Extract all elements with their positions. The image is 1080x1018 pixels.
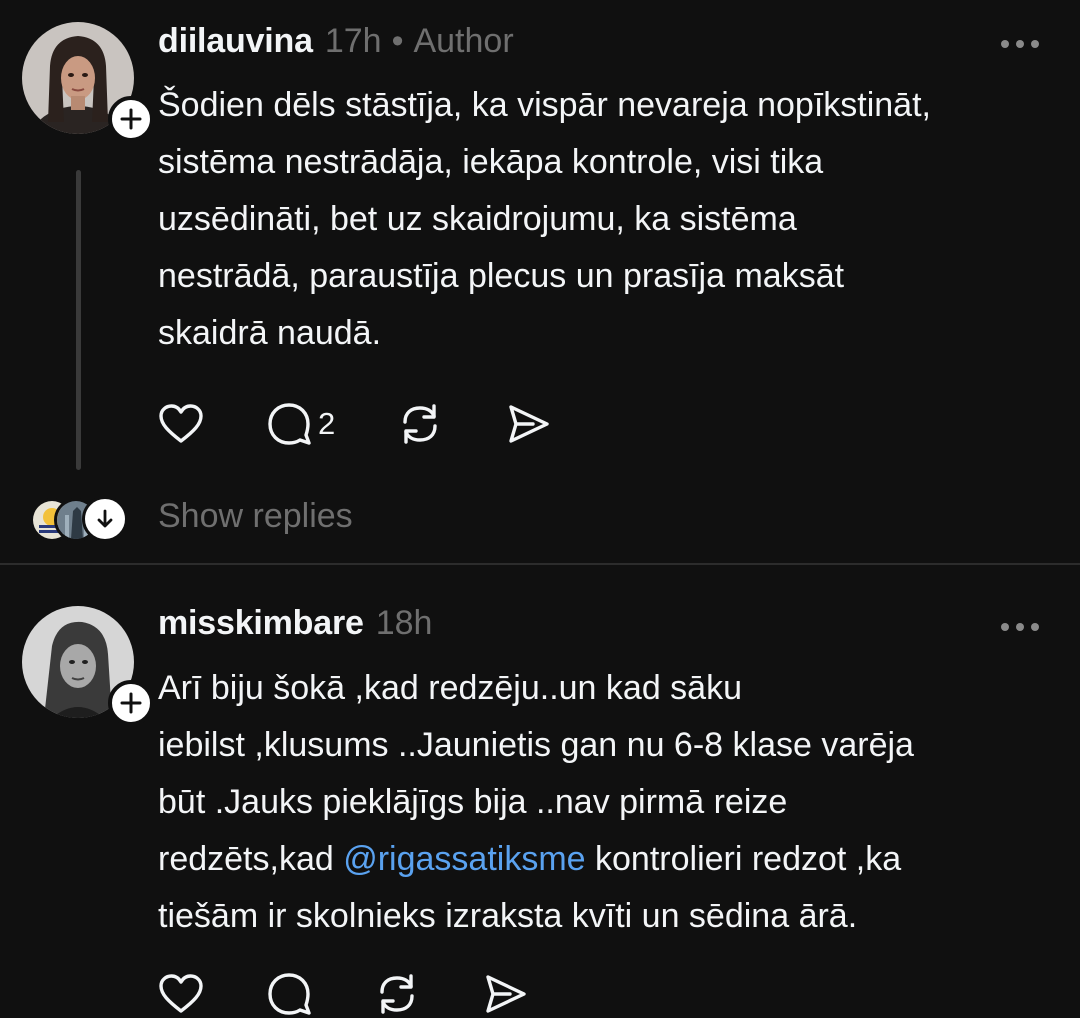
arrow-down-icon	[97, 509, 113, 528]
post-actions	[158, 970, 590, 1018]
share-button[interactable]	[482, 972, 528, 1016]
show-replies-link[interactable]: Show replies	[158, 497, 353, 536]
repost-icon	[380, 974, 414, 1014]
timestamp: 18h	[375, 604, 433, 642]
repost-icon	[403, 404, 437, 444]
avatar-diilauvina-wrap	[22, 22, 154, 142]
comment-button[interactable]: 2	[266, 402, 335, 446]
more-options-button[interactable]	[1000, 37, 1040, 51]
share-button[interactable]	[505, 402, 551, 446]
post-divider	[0, 563, 1080, 565]
comment-icon	[268, 403, 311, 445]
comment-button[interactable]	[266, 972, 312, 1016]
text-line: būt .Jauks pieklājīgs bija ..nav pirmā r…	[158, 783, 788, 821]
more-options-button[interactable]	[1000, 620, 1040, 634]
text-segment: kontrolieri redzot ,ka	[585, 840, 902, 878]
more-icon	[1001, 40, 1039, 48]
post-text: Šodien dēls stāstīja, ka vispār nevareja…	[158, 86, 931, 352]
text-line: redzēts,kad @rigassatiksme kontrolieri r…	[158, 831, 1048, 888]
plus-icon	[120, 108, 142, 130]
post-misskimbare: misskimbare 18h Arī biju šokā ,kad redzē…	[0, 566, 1080, 1015]
username[interactable]: misskimbare	[158, 604, 364, 643]
comment-icon	[268, 973, 311, 1015]
timestamp: 17h	[324, 22, 382, 60]
like-button[interactable]	[158, 973, 204, 1015]
mention-link[interactable]: @rigassatiksme	[343, 840, 585, 878]
like-button[interactable]	[158, 403, 204, 445]
separator-dot: •	[391, 22, 404, 60]
repost-button[interactable]	[374, 972, 420, 1016]
follow-button[interactable]	[108, 96, 154, 142]
more-icon	[1001, 623, 1039, 631]
comment-count: 2	[318, 406, 336, 441]
follow-button[interactable]	[108, 680, 154, 726]
post-actions: 2	[158, 400, 613, 448]
heart-icon	[159, 974, 203, 1013]
share-icon	[509, 405, 549, 443]
post-diilauvina: diilauvina 17h • Author Šodien dēls stās…	[0, 0, 1080, 565]
post-header: misskimbare 18h	[158, 604, 432, 648]
reply-avatars	[30, 496, 130, 542]
text-line: iebilst ,klusums ..Jaunietis gan nu 6-8 …	[158, 726, 914, 764]
avatar-misskimbare-wrap	[22, 606, 154, 726]
author-badge: Author	[413, 22, 514, 60]
post-text: Arī biju šokā ,kad redzēju..un kad sāku …	[158, 660, 1048, 945]
text-line: tiešām ir skolnieks izraksta kvīti un sē…	[158, 897, 858, 935]
username[interactable]: diilauvina	[158, 22, 313, 61]
repost-button[interactable]	[397, 402, 443, 446]
post-header: diilauvina 17h • Author	[158, 22, 514, 66]
plus-icon	[120, 692, 142, 714]
heart-icon	[159, 404, 203, 443]
show-replies-button[interactable]	[82, 496, 128, 542]
text-line: Arī biju šokā ,kad redzēju..un kad sāku	[158, 669, 742, 707]
text-segment: redzēts,kad	[158, 840, 344, 878]
thread-line	[76, 170, 81, 470]
share-icon	[486, 975, 526, 1013]
